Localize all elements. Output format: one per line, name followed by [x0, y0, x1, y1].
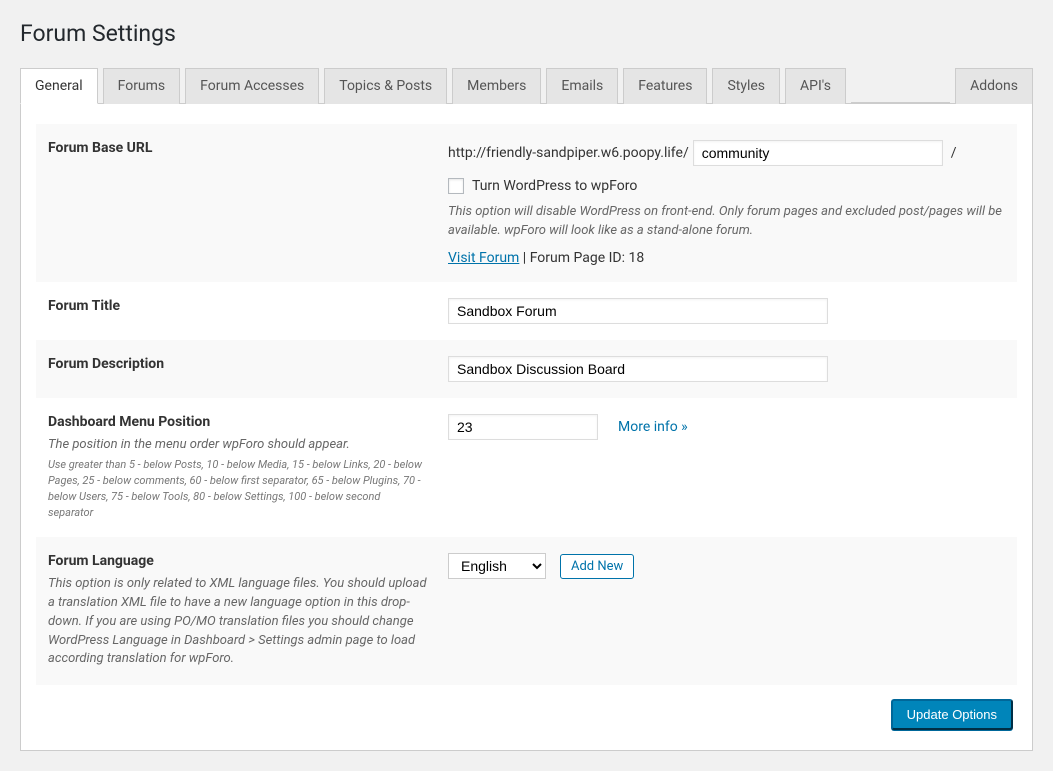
row-desc: Forum Description — [36, 340, 1017, 398]
update-options-button[interactable]: Update Options — [891, 699, 1013, 730]
menu-pos-more-link[interactable]: More info » — [618, 419, 688, 435]
turn-wp-label: Turn WordPress to wpForo — [472, 178, 637, 194]
forum-title-input[interactable] — [448, 298, 828, 324]
tab-features[interactable]: Features — [623, 68, 707, 104]
menu-pos-desc: The position in the menu order wpForo sh… — [48, 436, 428, 455]
tab-members[interactable]: Members — [452, 68, 541, 104]
tab-emails[interactable]: Emails — [546, 68, 618, 104]
language-desc: This option is only related to XML langu… — [48, 575, 428, 669]
row-title: Forum Title — [36, 282, 1017, 340]
label-base-url: Forum Base URL — [48, 140, 428, 156]
tab-styles[interactable]: Styles — [712, 68, 780, 104]
settings-panel: Forum Base URL http://friendly-sandpiper… — [20, 104, 1033, 751]
base-url-help: This option will disable WordPress on fr… — [448, 202, 1005, 240]
label-desc: Forum Description — [48, 356, 428, 372]
forum-desc-input[interactable] — [448, 356, 828, 382]
add-language-button[interactable]: Add New — [560, 554, 634, 579]
turn-wp-checkbox[interactable] — [448, 178, 464, 194]
row-menu-pos: Dashboard Menu Position The position in … — [36, 398, 1017, 537]
base-url-slug-input[interactable] — [693, 140, 943, 166]
tab-spacer — [851, 67, 950, 103]
tab-topics-posts[interactable]: Topics & Posts — [324, 68, 447, 104]
row-base-url: Forum Base URL http://friendly-sandpiper… — [36, 124, 1017, 282]
base-url-suffix: / — [951, 145, 957, 161]
label-menu-pos: Dashboard Menu Position — [48, 414, 428, 430]
menu-pos-note: Use greater than 5 - below Posts, 10 - b… — [48, 457, 428, 521]
label-title: Forum Title — [48, 298, 428, 314]
tab-forums[interactable]: Forums — [103, 68, 181, 104]
page-title: Forum Settings — [20, 20, 1033, 47]
settings-tabs: General Forums Forum Accesses Topics & P… — [20, 67, 1033, 104]
menu-pos-input[interactable] — [448, 414, 598, 440]
visit-forum-link[interactable]: Visit Forum — [448, 250, 519, 266]
tab-apis[interactable]: API's — [785, 68, 846, 104]
tab-general[interactable]: General — [20, 68, 98, 104]
tab-forum-accesses[interactable]: Forum Accesses — [185, 68, 319, 104]
tab-addons[interactable]: Addons — [955, 68, 1033, 104]
label-language: Forum Language — [48, 553, 428, 569]
base-url-prefix: http://friendly-sandpiper.w6.poopy.life/ — [448, 145, 689, 161]
row-language: Forum Language This option is only relat… — [36, 537, 1017, 685]
forum-page-id: | Forum Page ID: 18 — [519, 250, 644, 266]
language-select[interactable]: English — [448, 553, 546, 579]
